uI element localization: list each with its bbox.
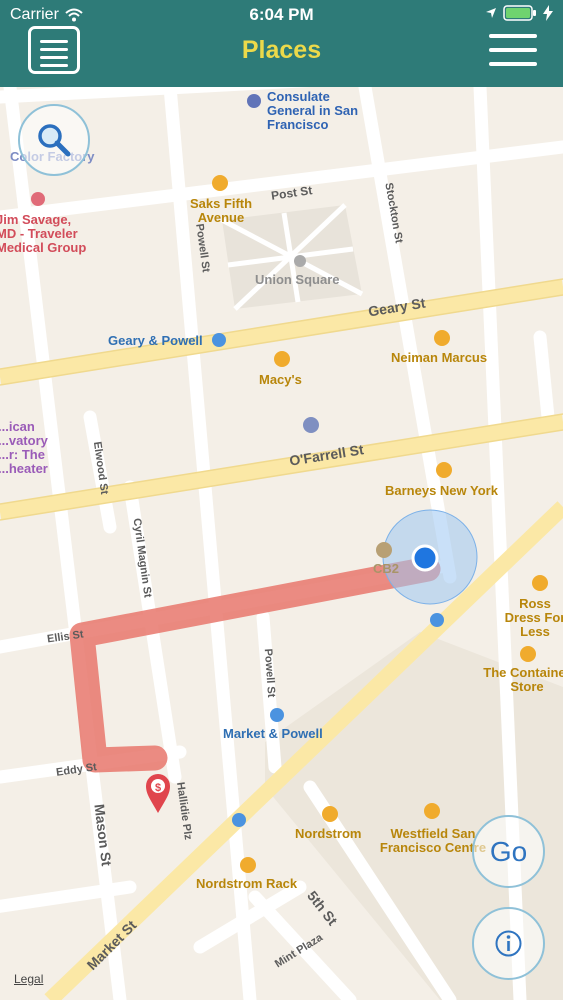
- poi-barneys[interactable]: Barneys New York: [385, 484, 498, 498]
- info-icon: [495, 930, 522, 957]
- poi-container-store[interactable]: The Container Store: [482, 666, 563, 694]
- poi-neiman-marcus[interactable]: Neiman Marcus: [391, 351, 487, 365]
- go-button[interactable]: Go: [472, 815, 545, 888]
- page-title: Places: [241, 36, 322, 64]
- poi-geary-powell[interactable]: Geary & Powell: [108, 333, 203, 348]
- hamburger-menu-icon: [489, 34, 537, 38]
- poi-observatory[interactable]: ...ican ...vatory ...r: The ...heater: [0, 420, 48, 476]
- battery-icon: [503, 5, 536, 21]
- charging-bolt-icon: [543, 5, 553, 21]
- poi-saks[interactable]: Saks Fifth Avenue: [183, 197, 259, 225]
- status-bar: Carrier 6:04 PM: [0, 0, 563, 30]
- navigation-bar: Places: [0, 26, 563, 87]
- hamburger-menu-button[interactable]: [489, 32, 537, 68]
- poi-jim-savage[interactable]: Jim Savage, MD - Traveler Medical Group: [0, 213, 88, 255]
- svg-text:$: $: [155, 782, 161, 794]
- poi-nordstrom[interactable]: Nordstrom: [295, 827, 361, 841]
- poi-ross[interactable]: Ross Dress For Less: [503, 597, 563, 639]
- poi-consulate[interactable]: Consulate General in San Francisco: [267, 90, 377, 132]
- map-view[interactable]: $ Post St Geary St O'Farrell St Ellis St…: [0, 87, 563, 1000]
- legal-link[interactable]: Legal: [14, 972, 43, 986]
- search-icon: [38, 124, 71, 157]
- poi-macys[interactable]: Macy's: [259, 373, 302, 387]
- poi-union-square[interactable]: Union Square: [255, 273, 340, 287]
- search-button[interactable]: [18, 104, 90, 176]
- go-button-label: Go: [489, 836, 528, 867]
- info-button[interactable]: [472, 907, 545, 980]
- status-time: 6:04 PM: [249, 5, 314, 24]
- user-location-icon: [411, 544, 439, 572]
- poi-market-powell[interactable]: Market & Powell: [223, 726, 323, 741]
- location-arrow-icon: [486, 8, 496, 18]
- poi-cb2[interactable]: CB2: [373, 562, 399, 576]
- poi-nordstrom-rack[interactable]: Nordstrom Rack: [196, 877, 297, 891]
